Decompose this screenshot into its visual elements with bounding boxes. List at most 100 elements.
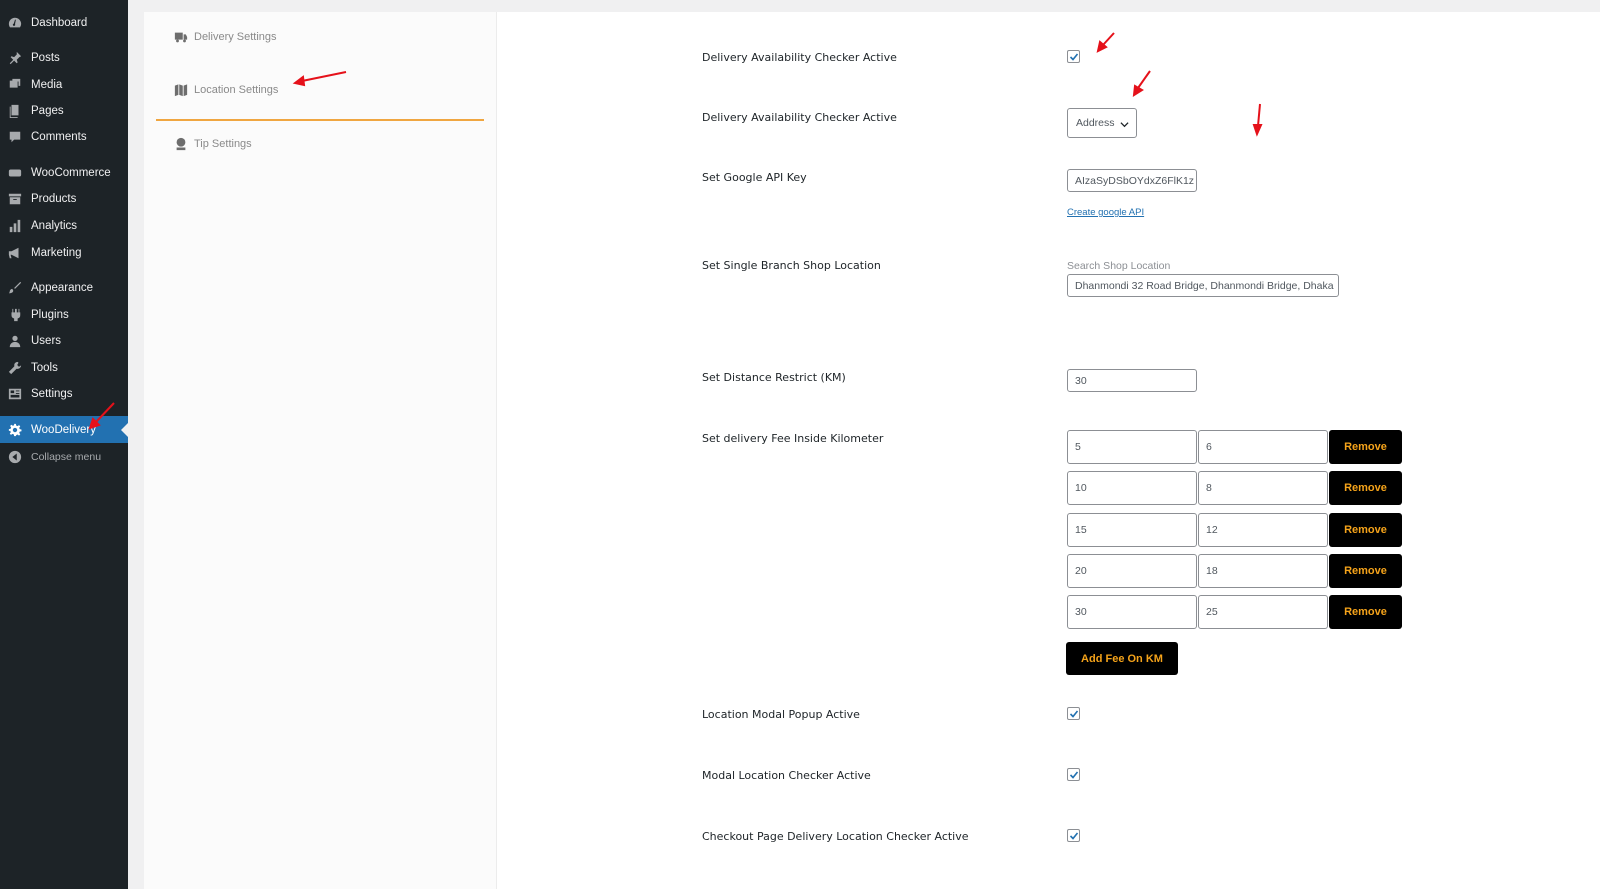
comment-icon — [7, 129, 23, 145]
sidebar-item-label: Settings — [31, 388, 73, 400]
user-icon — [7, 333, 23, 349]
fee-km-value: 30 — [1075, 606, 1087, 618]
tab-tip-settings[interactable]: Tip Settings — [174, 137, 252, 151]
chevron-down-icon — [1120, 122, 1129, 128]
fee-km-input[interactable]: 15 — [1067, 513, 1197, 547]
truck-icon — [174, 32, 188, 43]
sidebar-item-tools[interactable]: Tools — [0, 355, 128, 381]
remove-button[interactable]: Remove — [1329, 513, 1402, 547]
sidebar-item-woodelivery[interactable]: WooDelivery — [0, 416, 128, 443]
bar-chart-icon — [7, 218, 23, 234]
sidebar-item-label: WooDelivery — [31, 423, 96, 436]
shop-location-value: Dhanmondi 32 Road Bridge, Dhanmondi Brid… — [1075, 279, 1334, 292]
tab-label: Delivery Settings — [194, 31, 277, 43]
checkmark-icon — [1069, 709, 1078, 718]
sidebar-item-label: Pages — [31, 105, 64, 117]
distance-restrict-input[interactable]: 30 — [1067, 369, 1197, 392]
fee-amount-value: 12 — [1206, 524, 1218, 536]
checkout-checker-label: Checkout Page Delivery Location Checker … — [702, 830, 969, 843]
sidebar-item-pages[interactable]: Pages — [0, 98, 128, 124]
map-icon — [174, 84, 188, 97]
location-settings-content — [497, 12, 1600, 889]
archive-icon — [7, 191, 23, 207]
sidebar-item-label: WooCommerce — [31, 167, 111, 179]
woo-icon — [7, 165, 23, 181]
fee-amount-value: 25 — [1206, 606, 1218, 618]
sidebar-item-label: Dashboard — [31, 17, 88, 29]
fee-amount-input[interactable]: 18 — [1198, 554, 1328, 588]
fee-amount-input[interactable]: 12 — [1198, 513, 1328, 547]
settings-tabs-panel: Delivery Settings Location Settings Tip … — [144, 12, 497, 889]
sidebar-item-media[interactable]: Media — [0, 72, 128, 98]
pin-icon — [7, 50, 23, 66]
availability-checker-label: Delivery Availability Checker Active — [702, 51, 897, 64]
sidebar-item-comments[interactable]: Comments — [0, 124, 128, 150]
checkout-checker-checkbox[interactable] — [1067, 829, 1080, 842]
sidebar-item-label: Comments — [31, 131, 87, 143]
sidebar-item-marketing[interactable]: Marketing — [0, 240, 128, 266]
distance-restrict-value: 30 — [1075, 374, 1087, 387]
fee-amount-input[interactable]: 6 — [1198, 430, 1328, 464]
active-tab-underline — [156, 119, 484, 121]
sidebar-item-label: Appearance — [31, 282, 94, 294]
availability-checker-checkbox[interactable] — [1067, 50, 1080, 63]
plug-icon — [7, 307, 23, 323]
collapse-icon — [7, 449, 23, 465]
api-key-value: AIzaSyDSbOYdxZ6FlK1z — [1075, 174, 1195, 187]
fee-km-input[interactable]: 20 — [1067, 554, 1197, 588]
tab-location-settings[interactable]: Location Settings — [174, 83, 278, 97]
create-google-api-link[interactable]: Create google API — [1067, 207, 1144, 218]
sidebar-item-analytics[interactable]: Analytics — [0, 213, 128, 239]
modal-checker-label: Modal Location Checker Active — [702, 769, 871, 782]
sidebar-item-label: Plugins — [31, 309, 69, 321]
shop-location-input[interactable]: Dhanmondi 32 Road Bridge, Dhanmondi Brid… — [1067, 274, 1339, 297]
fee-amount-value: 18 — [1206, 565, 1218, 577]
sidebar-item-posts[interactable]: Posts — [0, 45, 128, 71]
collapse-menu-button[interactable]: Collapse menu — [0, 444, 128, 470]
sidebar-item-dashboard[interactable]: Dashboard — [0, 10, 128, 36]
select-value: Address — [1076, 117, 1115, 129]
remove-button[interactable]: Remove — [1329, 554, 1402, 588]
sidebar-item-label: Marketing — [31, 247, 82, 259]
wrench-icon — [7, 360, 23, 376]
modal-checker-checkbox[interactable] — [1067, 768, 1080, 781]
settings-icon — [7, 386, 23, 402]
remove-button[interactable]: Remove — [1329, 595, 1402, 629]
checkmark-icon — [1069, 52, 1078, 61]
tip-icon — [176, 137, 186, 151]
admin-sidebar: Dashboard Posts Media Pages Comments Woo… — [0, 0, 128, 889]
distance-restrict-label: Set Distance Restrict (KM) — [702, 371, 846, 384]
pages-icon — [7, 103, 23, 119]
api-key-input[interactable]: AIzaSyDSbOYdxZ6FlK1z — [1067, 169, 1197, 192]
add-fee-button[interactable]: Add Fee On KM — [1066, 642, 1178, 675]
fee-amount-input[interactable]: 8 — [1198, 471, 1328, 505]
fee-km-input[interactable]: 10 — [1067, 471, 1197, 505]
availability-type-label: Delivery Availability Checker Active — [702, 111, 897, 124]
tab-label: Location Settings — [194, 84, 279, 96]
tab-delivery-settings[interactable]: Delivery Settings — [174, 30, 277, 44]
fee-amount-value: 6 — [1206, 441, 1212, 453]
sidebar-item-label: Analytics — [31, 220, 78, 232]
remove-button[interactable]: Remove — [1329, 430, 1402, 464]
modal-popup-checkbox[interactable] — [1067, 707, 1080, 720]
tab-label: Tip Settings — [194, 138, 252, 150]
fee-amount-input[interactable]: 25 — [1198, 595, 1328, 629]
sidebar-item-woocommerce[interactable]: WooCommerce — [0, 160, 128, 186]
sidebar-item-settings[interactable]: Settings — [0, 381, 128, 407]
sidebar-item-appearance[interactable]: Appearance — [0, 275, 128, 301]
availability-type-select[interactable]: Address — [1067, 108, 1137, 138]
checkmark-icon — [1069, 770, 1078, 779]
modal-popup-label: Location Modal Popup Active — [702, 708, 860, 721]
fee-amount-value: 8 — [1206, 482, 1212, 494]
checkmark-icon — [1069, 831, 1078, 840]
sidebar-item-label: Posts — [31, 52, 60, 64]
fee-km-input[interactable]: 5 — [1067, 430, 1197, 464]
sidebar-item-plugins[interactable]: Plugins — [0, 302, 128, 328]
sidebar-item-label: Products — [31, 193, 77, 205]
fee-km-value: 5 — [1075, 441, 1081, 453]
gear-icon — [7, 422, 23, 438]
sidebar-item-users[interactable]: Users — [0, 328, 128, 354]
remove-button[interactable]: Remove — [1329, 471, 1402, 505]
fee-km-input[interactable]: 30 — [1067, 595, 1197, 629]
sidebar-item-products[interactable]: Products — [0, 186, 128, 212]
